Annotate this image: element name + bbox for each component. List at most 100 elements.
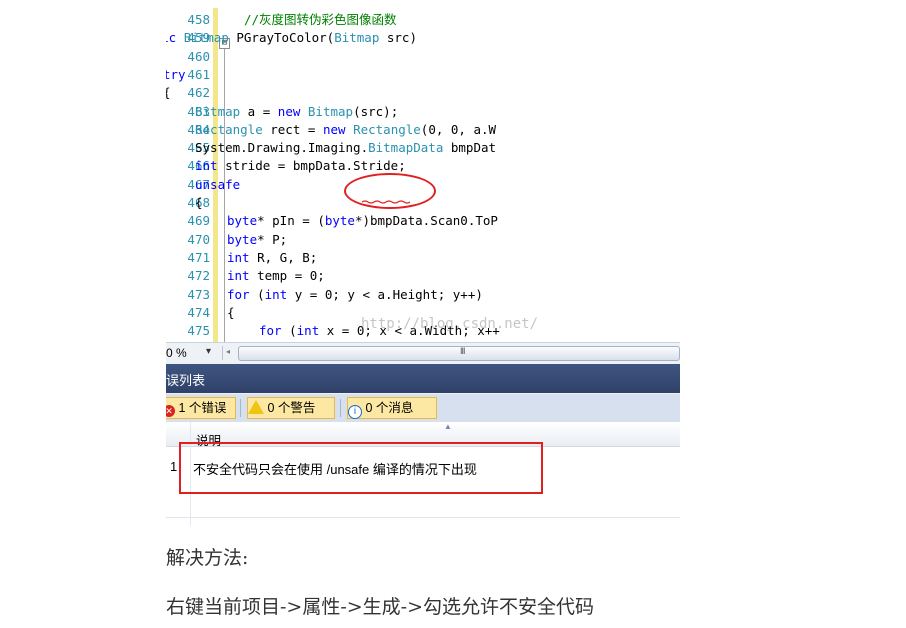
code-token: * P; bbox=[257, 231, 288, 247]
unsafe-highlight-circle bbox=[344, 173, 436, 209]
code-token: int bbox=[227, 249, 250, 265]
line-number: 471 bbox=[187, 249, 210, 265]
code-text: Bitmap a = new Bitmap(src); bbox=[195, 103, 398, 121]
toolbar-divider bbox=[340, 399, 341, 417]
code-text: Rectangle rect = new Rectangle(0, 0, a.W bbox=[195, 121, 496, 139]
messages-filter-label: 0 个消息 bbox=[365, 401, 414, 415]
code-line[interactable]: 458 //灰度图转伪彩色图像函数 bbox=[166, 11, 680, 29]
error-icon: ✕ bbox=[166, 405, 175, 417]
code-line[interactable]: 472 int temp = 0; bbox=[166, 267, 680, 285]
error-list-titlebar: 误列表 bbox=[166, 364, 680, 393]
warning-icon bbox=[248, 400, 264, 414]
line-number: 460 bbox=[187, 48, 210, 64]
messages-filter-button[interactable]: i 0 个消息 bbox=[347, 397, 437, 419]
code-text: //灰度图转伪彩色图像函数 bbox=[244, 11, 397, 29]
code-token: y = 0; y < a.Height; y++) bbox=[287, 286, 483, 302]
scroll-thumb[interactable] bbox=[238, 346, 680, 361]
code-text: int temp = 0; bbox=[227, 267, 325, 285]
warnings-filter-button[interactable]: 0 个警告 bbox=[247, 397, 335, 419]
code-token: * pIn = ( bbox=[257, 213, 325, 229]
code-token: byte bbox=[227, 213, 258, 229]
code-token: src) bbox=[379, 30, 417, 46]
code-text: { bbox=[166, 84, 171, 102]
code-text: System.Drawing.Imaging.BitmapData bmpDat bbox=[195, 139, 496, 157]
code-line[interactable]: 464 Rectangle rect = new Rectangle(0, 0, … bbox=[166, 121, 680, 139]
errors-filter-button[interactable]: ✕ 1 个错误 bbox=[166, 397, 236, 419]
code-line[interactable]: 463 Bitmap a = new Bitmap(src); bbox=[166, 103, 680, 121]
zoom-dropdown-icon[interactable]: ▾ bbox=[206, 346, 211, 357]
code-token: new bbox=[322, 121, 354, 137]
code-token: temp = 0; bbox=[249, 268, 325, 284]
code-token: int bbox=[264, 286, 288, 302]
code-token: PGrayToColor( bbox=[228, 30, 335, 46]
error-list-toolbar: ✕ 1 个错误 0 个警告 i 0 个消息 bbox=[166, 394, 680, 422]
code-token: Bitmap bbox=[183, 30, 229, 46]
code-text: int stride = bmpData.Stride; bbox=[195, 157, 406, 175]
code-token: for bbox=[227, 286, 250, 302]
code-token: System.Drawing.Imaging. bbox=[195, 140, 369, 156]
solution-heading: 解决方法: bbox=[166, 547, 249, 569]
solution-steps: 右键当前项目->属性->生成->勾选允许不安全代码 bbox=[166, 596, 595, 618]
code-text: public Bitmap PGrayToColor(Bitmap src) bbox=[166, 29, 417, 47]
code-token: int bbox=[195, 158, 218, 174]
code-token: int bbox=[296, 323, 320, 339]
code-token: int bbox=[227, 268, 250, 284]
code-token: (0, 0, a.W bbox=[420, 121, 497, 137]
code-editor[interactable]: ⊟ 458//灰度图转伪彩色图像函数459public Bitmap PGray… bbox=[166, 8, 680, 342]
code-line[interactable]: 473 for (int y = 0; y < a.Height; y++) bbox=[166, 286, 680, 304]
code-line[interactable]: 470 byte* P; bbox=[166, 231, 680, 249]
code-token: unsafe bbox=[195, 176, 241, 192]
scroll-grip-icon: III bbox=[460, 346, 465, 356]
code-token: ( bbox=[281, 323, 297, 339]
code-token: ( bbox=[249, 286, 265, 302]
code-line[interactable]: 461 try bbox=[166, 66, 680, 84]
code-token: //灰度图转伪彩色图像函数 bbox=[244, 12, 397, 27]
panel-bottom-border bbox=[166, 517, 680, 518]
code-token: bmpDat bbox=[443, 140, 497, 156]
error-list-title: 误列表 bbox=[166, 373, 206, 388]
code-line[interactable]: 459public Bitmap PGrayToColor(Bitmap src… bbox=[166, 29, 680, 47]
code-token: for bbox=[259, 323, 282, 339]
code-token: Rectangle bbox=[353, 121, 421, 137]
code-line[interactable]: 471 int R, G, B; bbox=[166, 249, 680, 267]
code-line[interactable]: 460{ bbox=[166, 48, 680, 66]
zoom-level[interactable]: 0 % bbox=[166, 346, 187, 360]
code-token: stride = bmpData.Stride; bbox=[217, 158, 406, 174]
code-token: R, G, B; bbox=[249, 249, 318, 265]
line-number: 458 bbox=[187, 12, 210, 27]
row-number: 1 bbox=[170, 459, 178, 474]
code-line[interactable]: 469 byte* pIn = (byte*)bmpData.Scan0.ToP bbox=[166, 212, 680, 230]
code-text: unsafe bbox=[195, 176, 240, 194]
error-highlight-box bbox=[179, 442, 543, 494]
line-number: 462 bbox=[187, 85, 210, 101]
code-line[interactable]: 465 System.Drawing.Imaging.BitmapData bmp… bbox=[166, 139, 680, 157]
code-token: new bbox=[277, 103, 308, 119]
code-text: try bbox=[166, 66, 186, 84]
code-line[interactable]: 466 int stride = bmpData.Stride; bbox=[166, 157, 680, 175]
code-token: Bitmap bbox=[195, 103, 241, 119]
divider bbox=[222, 346, 223, 360]
code-text: byte* pIn = (byte*)bmpData.Scan0.ToP bbox=[227, 212, 498, 230]
code-token: *)bmpData.Scan0.ToP bbox=[354, 213, 498, 229]
code-token: try bbox=[166, 66, 186, 82]
warnings-filter-label: 0 个警告 bbox=[267, 401, 316, 415]
line-number: 475 bbox=[187, 323, 210, 339]
code-token: byte bbox=[324, 213, 355, 229]
code-token: public bbox=[166, 30, 177, 46]
code-token: a = bbox=[240, 103, 278, 119]
scroll-left-icon[interactable]: ◂ bbox=[226, 347, 230, 356]
editor-horizontal-scrollbar[interactable]: 0 % ▾ ◂ III bbox=[166, 342, 680, 364]
code-token: Rectangle bbox=[195, 121, 263, 137]
code-token: Bitmap bbox=[307, 103, 354, 119]
code-text: for (int y = 0; y < a.Height; y++) bbox=[227, 286, 483, 304]
line-number: 469 bbox=[187, 213, 210, 229]
code-text: int R, G, B; bbox=[227, 249, 317, 267]
toolbar-divider bbox=[240, 399, 241, 417]
info-icon: i bbox=[348, 405, 362, 419]
code-token: { bbox=[195, 195, 203, 210]
code-token: byte bbox=[227, 231, 258, 247]
line-number: 468 bbox=[187, 195, 210, 210]
code-token: rect = bbox=[262, 121, 323, 137]
code-line[interactable]: 462 { bbox=[166, 84, 680, 102]
line-number: 474 bbox=[187, 304, 210, 320]
